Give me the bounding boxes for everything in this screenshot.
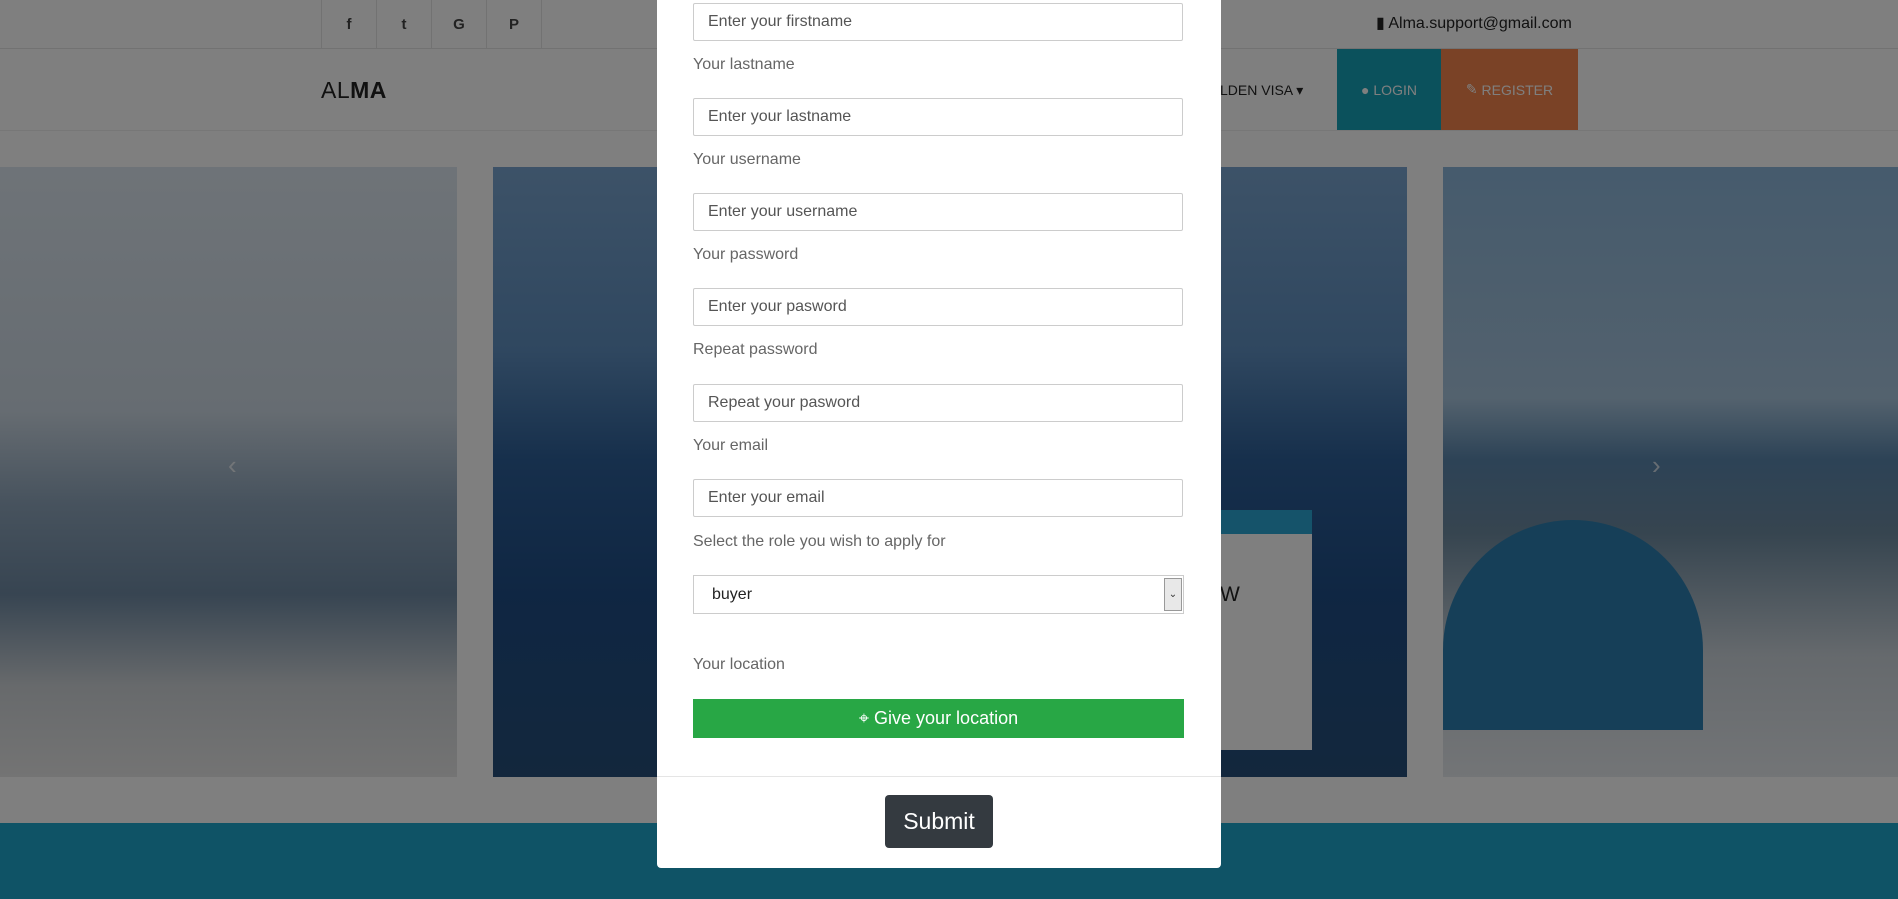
- email-input[interactable]: [693, 479, 1183, 517]
- chevron-down-icon[interactable]: ⌄: [1164, 578, 1182, 611]
- repeat-password-input[interactable]: [693, 384, 1183, 422]
- submit-button[interactable]: Submit: [885, 795, 993, 848]
- lastname-input[interactable]: [693, 98, 1183, 136]
- role-select-value: buyer: [712, 585, 753, 603]
- give-location-button[interactable]: ⌖ Give your location: [693, 699, 1184, 738]
- role-select[interactable]: buyer ⌄: [693, 575, 1184, 614]
- modal-footer-divider: [657, 776, 1221, 777]
- username-label: Your username: [693, 151, 801, 168]
- lastname-label: Your lastname: [693, 56, 795, 73]
- username-input[interactable]: [693, 193, 1183, 231]
- repeat-password-label: Repeat password: [693, 341, 818, 358]
- firstname-input[interactable]: [693, 3, 1183, 41]
- register-modal: Your lastname Your username Your passwor…: [657, 0, 1221, 868]
- password-label: Your password: [693, 246, 799, 263]
- location-label: Your location: [693, 656, 785, 673]
- password-input[interactable]: [693, 288, 1183, 326]
- give-location-label: Give your location: [874, 708, 1019, 728]
- role-label: Select the role you wish to apply for: [693, 533, 946, 550]
- crosshair-icon: ⌖: [858, 708, 875, 728]
- email-label: Your email: [693, 437, 769, 454]
